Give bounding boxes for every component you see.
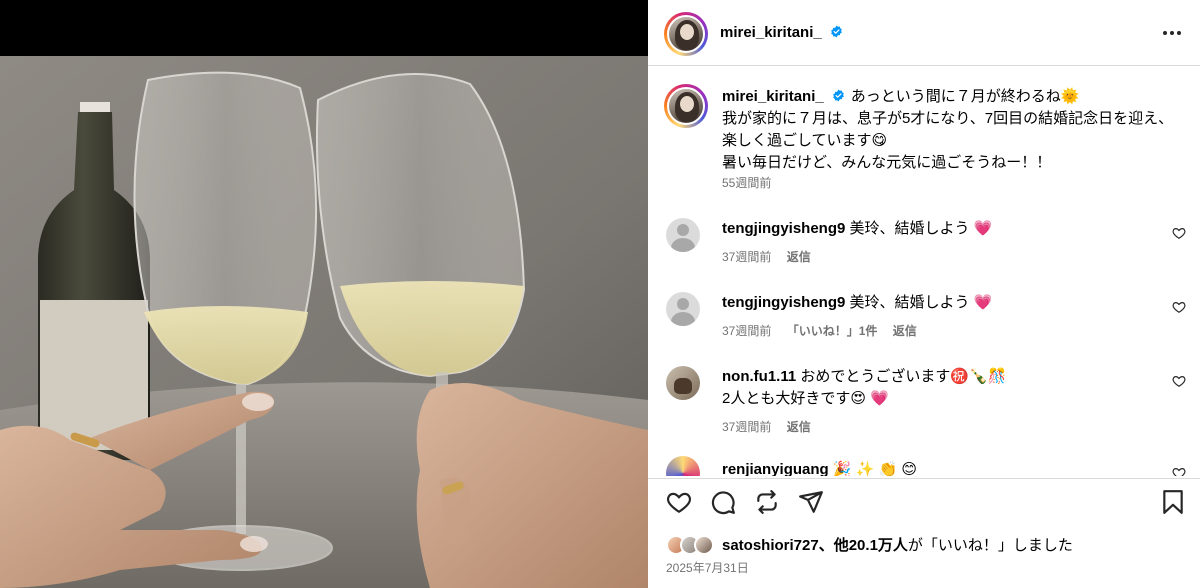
comment-item: tengjingyisheng9 美玲、結婚しよう 💗 37週間前 返信: [648, 218, 1200, 288]
caption-username[interactable]: mirei_kiritani_: [722, 88, 824, 105]
comment-heart-icon[interactable]: [1172, 374, 1186, 388]
author-username-text[interactable]: mirei_kiritani_: [720, 24, 822, 41]
author-avatar[interactable]: [664, 12, 708, 56]
comment-reply-button[interactable]: 返信: [787, 420, 811, 434]
comment-icon[interactable]: [710, 489, 736, 515]
comment-text: 🎉 ✨ 👏 😊: [832, 461, 918, 476]
comment-heart-icon[interactable]: [1172, 300, 1186, 314]
comment-text-block: tengjingyisheng9 美玲、結婚しよう 💗: [722, 218, 1152, 240]
caption-line-2: 我が家的に７月は、息子が5才になり、7回目の結婚記念日を迎え、楽しく過ごしていま…: [722, 110, 1174, 149]
comment-username[interactable]: non.fu1.11: [722, 368, 796, 385]
comment-heart-icon[interactable]: [1172, 226, 1186, 240]
comment-username[interactable]: renjianyiguang: [722, 461, 829, 476]
comment-reply-button[interactable]: 返信: [787, 250, 811, 264]
caption-text: mirei_kiritani_ あっという間に７月が終わるね🌞 我が家的に７月は…: [722, 86, 1182, 174]
comment-time[interactable]: 37週間前: [722, 420, 771, 434]
comment-text-block: tengjingyisheng9 美玲、結婚しよう 💗: [722, 292, 1152, 314]
caption-author-avatar[interactable]: [664, 84, 708, 128]
comment-avatar[interactable]: [666, 456, 700, 476]
more-options-icon[interactable]: [1160, 23, 1184, 43]
likes-suffix: が「いいね！」しました: [907, 537, 1073, 554]
author-username[interactable]: mirei_kiritani_: [720, 24, 843, 41]
comment-text: おめでとうございます㊗️🍾🎊: [800, 368, 1007, 385]
comment-avatar[interactable]: [666, 366, 700, 400]
comment-text: 美玲、結婚しよう 💗: [849, 294, 993, 311]
comment-meta: 37週間前 返信: [722, 248, 823, 265]
likes-user[interactable]: satoshiori727: [722, 537, 819, 554]
caption-timestamp[interactable]: 55週間前: [722, 174, 771, 191]
post-photo[interactable]: [0, 0, 648, 588]
caption-line-1: あっという間に７月が終わるね🌞: [850, 88, 1080, 105]
share-icon[interactable]: [798, 489, 824, 515]
comment-reply-button[interactable]: 返信: [893, 324, 917, 338]
caption-line-3: 暑い毎日だけど、みんな元気に過ごそうねー！！: [722, 154, 1052, 171]
comment-text: 美玲、結婚しよう 💗: [849, 220, 993, 237]
verified-badge-icon: [831, 25, 842, 38]
comment-meta: 37週間前 返信: [722, 418, 823, 435]
comment-heart-icon[interactable]: [1172, 466, 1186, 476]
comment-avatar[interactable]: [666, 218, 700, 252]
likes-count[interactable]: 、他20.1万人: [819, 537, 908, 554]
post-sidebar: mirei_kiritani_ mirei_kiritani_ あっという間に７…: [648, 0, 1200, 588]
photo-illustration: [0, 0, 648, 588]
comment-username[interactable]: tengjingyisheng9: [722, 294, 845, 311]
comment-item: non.fu1.11 おめでとうございます㊗️🍾🎊 2人とも大好きです😍 💗 3…: [648, 366, 1200, 446]
post-date[interactable]: 2025年7月31日: [666, 559, 749, 576]
comment-meta: 37週間前 「いいね！」1件 返信: [722, 322, 929, 339]
repost-icon[interactable]: [754, 489, 780, 515]
comment-time[interactable]: 37週間前: [722, 250, 771, 264]
comment-avatar[interactable]: [666, 292, 700, 326]
bookmark-icon[interactable]: [1160, 489, 1186, 515]
heart-icon[interactable]: [666, 489, 692, 515]
comment-time[interactable]: 37週間前: [722, 324, 771, 338]
comment-username[interactable]: tengjingyisheng9: [722, 220, 845, 237]
comment-likes[interactable]: 「いいね！」1件: [787, 324, 878, 338]
liker-avatars: [666, 535, 722, 557]
comment-text-line-2: 2人とも大好きです😍 💗: [722, 390, 889, 407]
post-header: mirei_kiritani_: [648, 0, 1200, 66]
likes-text: satoshiori727、他20.1万人が「いいね！」しました: [722, 535, 1073, 557]
comment-item: tengjingyisheng9 美玲、結婚しよう 💗 37週間前 「いいね！」…: [648, 292, 1200, 362]
verified-badge-icon: [832, 89, 844, 102]
comment-text-block: non.fu1.11 おめでとうございます㊗️🍾🎊 2人とも大好きです😍 💗: [722, 366, 1152, 410]
post-actions: satoshiori727、他20.1万人が「いいね！」しました 2025年7月…: [648, 478, 1200, 588]
comment-item-partial: renjianyiguang 🎉 ✨ 👏 😊: [648, 456, 1200, 476]
